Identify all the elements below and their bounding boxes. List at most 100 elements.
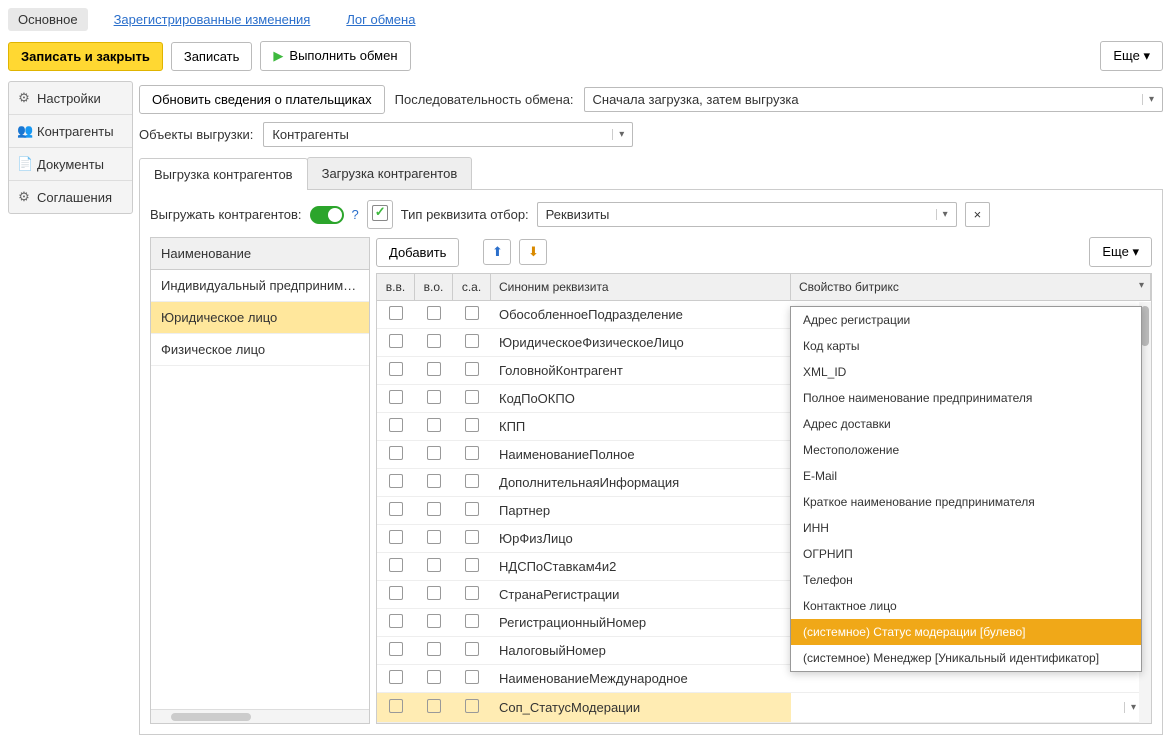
checkbox-vo[interactable] [427, 670, 441, 684]
dropdown-option[interactable]: (системное) Статус модерации [булево] [791, 619, 1141, 645]
checkbox-sa[interactable] [465, 390, 479, 404]
checkbox-sa[interactable] [465, 446, 479, 460]
checkbox-filter[interactable] [367, 200, 393, 229]
more-button-top[interactable]: Еще ▾ [1100, 41, 1163, 71]
objects-value: Контрагенты [272, 127, 349, 142]
dropdown-option[interactable]: XML_ID [791, 359, 1141, 385]
more-button-grid[interactable]: Еще ▾ [1089, 237, 1152, 267]
top-tab-log[interactable]: Лог обмена [336, 8, 425, 31]
grid-row[interactable]: Соп_СтатусМодерации▾ [377, 693, 1151, 723]
save-button[interactable]: Записать [171, 42, 253, 71]
grid-header-vo[interactable]: в.о. [415, 274, 453, 300]
dropdown-option[interactable]: E-Mail [791, 463, 1141, 489]
grid-header-property[interactable]: Свойство битрикс ▾ Адрес регистрации Код… [791, 274, 1151, 300]
dropdown-option[interactable]: Полное наименование предпринимателя [791, 385, 1141, 411]
horizontal-scrollbar[interactable] [151, 709, 369, 723]
clear-button[interactable]: × [965, 202, 991, 227]
checkbox-sa[interactable] [465, 306, 479, 320]
dropdown-option[interactable]: ОГРНИП [791, 541, 1141, 567]
checkbox-vo[interactable] [427, 614, 441, 628]
move-up-button[interactable]: ⬆ [483, 239, 511, 265]
run-exchange-button[interactable]: ▶Выполнить обмен [260, 41, 410, 71]
checkbox-sa[interactable] [465, 334, 479, 348]
grid-header-synonym[interactable]: Синоним реквизита [491, 274, 791, 300]
checkbox-vv[interactable] [389, 642, 403, 656]
move-down-button[interactable]: ⬇ [519, 239, 547, 265]
objects-select[interactable]: Контрагенты ▾ [263, 122, 633, 147]
checkbox-vo[interactable] [427, 474, 441, 488]
sidebar-item-documents[interactable]: 📄Документы [9, 148, 132, 181]
checkbox-sa[interactable] [465, 586, 479, 600]
name-list-item[interactable]: Индивидуальный предприниматель [151, 270, 369, 302]
dropdown-option[interactable]: Телефон [791, 567, 1141, 593]
checkbox-vv[interactable] [389, 586, 403, 600]
checkbox-sa[interactable] [465, 474, 479, 488]
checkbox-vo[interactable] [427, 334, 441, 348]
checkbox-vv[interactable] [389, 699, 403, 713]
property-cell[interactable] [791, 674, 1151, 684]
dropdown-option[interactable]: ИНН [791, 515, 1141, 541]
tab-import[interactable]: Загрузка контрагентов [307, 157, 473, 189]
synonym-cell: ЮридическоеФизическоеЛицо [491, 330, 791, 355]
checkbox-sa[interactable] [465, 670, 479, 684]
checkbox-vo[interactable] [427, 306, 441, 320]
dropdown-option[interactable]: (системное) Менеджер [Уникальный идентиф… [791, 645, 1141, 671]
top-tab-main[interactable]: Основное [8, 8, 88, 31]
dropdown-option[interactable]: Краткое наименование предпринимателя [791, 489, 1141, 515]
update-payers-button[interactable]: Обновить сведения о плательщиках [139, 85, 385, 114]
people-icon: 👥 [17, 123, 31, 139]
checkbox-vo[interactable] [427, 642, 441, 656]
checkbox-vo[interactable] [427, 446, 441, 460]
checkbox-vo[interactable] [427, 362, 441, 376]
checkbox-vv[interactable] [389, 446, 403, 460]
checkbox-vv[interactable] [389, 558, 403, 572]
add-button[interactable]: Добавить [376, 238, 459, 267]
grid-header-vv[interactable]: в.в. [377, 274, 415, 300]
checkbox-vv[interactable] [389, 362, 403, 376]
checkbox-vo[interactable] [427, 502, 441, 516]
grid-header-sa[interactable]: с.а. [453, 274, 491, 300]
req-type-select[interactable]: Реквизиты ▾ [537, 202, 957, 227]
checkbox-sa[interactable] [465, 362, 479, 376]
checkbox-vo[interactable] [427, 530, 441, 544]
checkbox-vo[interactable] [427, 390, 441, 404]
order-select[interactable]: Сначала загрузка, затем выгрузка ▾ [584, 87, 1163, 112]
checkbox-vv[interactable] [389, 670, 403, 684]
checkbox-vo[interactable] [427, 418, 441, 432]
checkbox-sa[interactable] [465, 502, 479, 516]
checkbox-vo[interactable] [427, 699, 441, 713]
sidebar-item-agreements[interactable]: ⚙Соглашения [9, 181, 132, 213]
checkbox-vv[interactable] [389, 418, 403, 432]
checkbox-vo[interactable] [427, 586, 441, 600]
checkbox-sa[interactable] [465, 530, 479, 544]
name-list-item[interactable]: Юридическое лицо [151, 302, 369, 334]
checkbox-vv[interactable] [389, 474, 403, 488]
checkbox-vo[interactable] [427, 558, 441, 572]
checkbox-sa[interactable] [465, 699, 479, 713]
checkbox-sa[interactable] [465, 614, 479, 628]
checkbox-sa[interactable] [465, 418, 479, 432]
help-icon[interactable]: ? [352, 207, 359, 222]
dropdown-option[interactable]: Местоположение [791, 437, 1141, 463]
checkbox-sa[interactable] [465, 558, 479, 572]
sidebar-item-settings[interactable]: ⚙Настройки [9, 82, 132, 115]
tab-export[interactable]: Выгрузка контрагентов [139, 158, 308, 190]
checkbox-vv[interactable] [389, 502, 403, 516]
property-cell[interactable]: ▾ [791, 693, 1151, 722]
dropdown-option[interactable]: Адрес регистрации [791, 307, 1141, 333]
dropdown-option[interactable]: Контактное лицо [791, 593, 1141, 619]
top-tab-registered[interactable]: Зарегистрированные изменения [104, 8, 321, 31]
checkbox-vv[interactable] [389, 306, 403, 320]
sidebar-item-counterparties[interactable]: 👥Контрагенты [9, 115, 132, 148]
checkbox-vv[interactable] [389, 334, 403, 348]
dropdown-option[interactable]: Адрес доставки [791, 411, 1141, 437]
name-list-item[interactable]: Физическое лицо [151, 334, 369, 366]
save-close-button[interactable]: Записать и закрыть [8, 42, 163, 71]
checkbox-vv[interactable] [389, 614, 403, 628]
property-input[interactable] [799, 698, 1120, 717]
checkbox-vv[interactable] [389, 530, 403, 544]
checkbox-vv[interactable] [389, 390, 403, 404]
checkbox-sa[interactable] [465, 642, 479, 656]
unload-toggle[interactable] [310, 206, 344, 224]
dropdown-option[interactable]: Код карты [791, 333, 1141, 359]
